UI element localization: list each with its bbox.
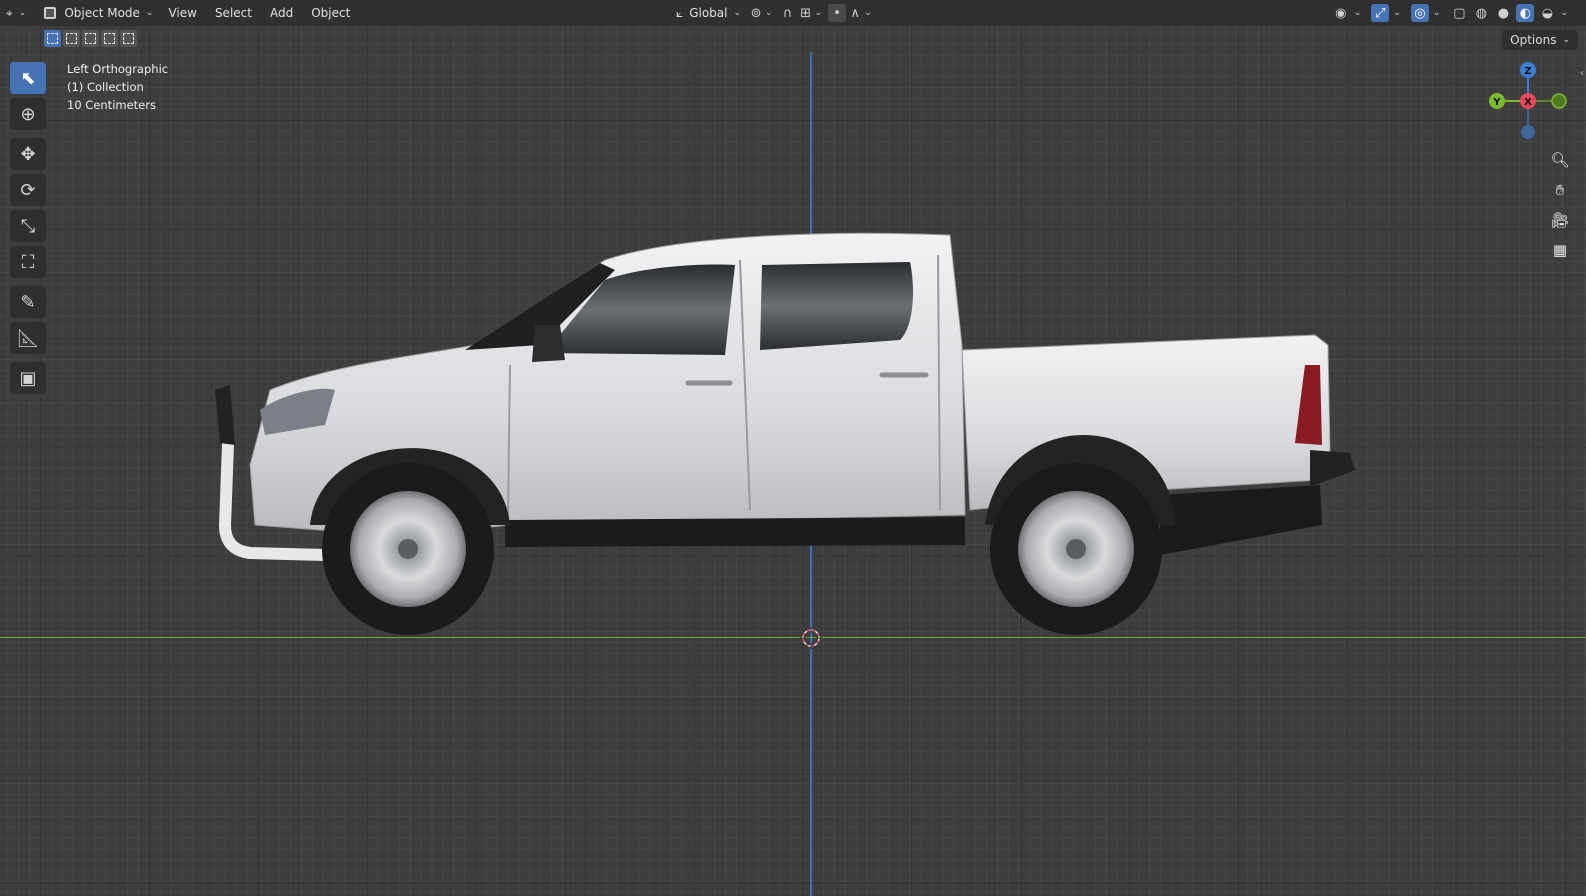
annotate-icon[interactable]: ✎ — [10, 286, 46, 318]
pan-hand-icon[interactable]: ✋︎ — [1548, 178, 1572, 202]
chevron-down-icon: ⌄ — [814, 8, 823, 18]
snap-magnet-icon[interactable]: ∩ — [779, 4, 797, 22]
chevron-down-icon: ⌄ — [1393, 8, 1401, 18]
select-new-icon[interactable] — [44, 30, 61, 47]
rendered-shading-icon[interactable]: ◒ — [1538, 4, 1556, 22]
measure-icon[interactable]: 📐︎ — [10, 322, 46, 354]
menu-object[interactable]: Object — [302, 2, 359, 24]
chevron-down-icon: ⌄ — [145, 8, 154, 18]
select-box-icon[interactable]: ⬉ — [10, 62, 46, 94]
chevron-down-icon: ⌄ — [1353, 8, 1362, 18]
chevron-down-icon: ⌄ — [733, 8, 742, 18]
falloff-curve-icon[interactable]: ∧ — [846, 4, 864, 22]
pickup-truck-model[interactable] — [210, 225, 1370, 645]
xray-toggle-icon[interactable]: ▢ — [1450, 4, 1468, 22]
scale-icon[interactable]: ⤡ — [10, 210, 46, 242]
options-dropdown[interactable]: Options ⌄ — [1502, 30, 1578, 50]
rotate-icon[interactable]: ⟳ — [10, 174, 46, 206]
sidebar-toggle-icon[interactable]: ‹ — [1580, 68, 1584, 79]
3d-cursor-icon[interactable] — [800, 627, 822, 649]
gizmo-z-label: Z — [1524, 66, 1531, 77]
perspective-toggle-icon[interactable]: ▦ — [1548, 238, 1572, 262]
material-preview-shading-icon[interactable]: ◐ — [1516, 4, 1535, 22]
solid-shading-icon[interactable]: ● — [1494, 4, 1512, 22]
chevron-down-icon: ⌄ — [18, 8, 27, 18]
active-collection: (1) Collection — [67, 80, 144, 94]
chevron-down-icon: ⌄ — [1560, 8, 1568, 18]
move-icon[interactable]: ✥ — [10, 138, 46, 170]
tool-shelf: ⬉ ⊕ ✥ ⟳ ⤡ ⛶ ✎ 📐︎ ▣ — [10, 62, 48, 398]
chevron-down-icon: ⌄ — [1432, 8, 1441, 18]
navigation-controls: 🔍︎ ✋︎ 🎥︎ ▦ — [1548, 148, 1572, 268]
mode-dropdown[interactable]: Object Mode ⌄ — [38, 2, 159, 24]
chevron-down-icon: ⌄ — [765, 8, 773, 18]
gizmo-toggle-icon[interactable]: ⤢ — [1371, 4, 1390, 22]
gizmo-y-label: Y — [1492, 97, 1501, 108]
select-invert-icon[interactable] — [101, 30, 118, 47]
menu-view[interactable]: View — [159, 2, 205, 24]
select-intersect-icon[interactable] — [120, 30, 137, 47]
mode-label: Object Mode — [64, 6, 140, 20]
3d-viewport[interactable] — [0, 0, 1586, 896]
overlay-toggle-icon[interactable]: ◎ — [1410, 4, 1429, 22]
navigation-gizmo[interactable]: Z Y X — [1480, 58, 1576, 148]
transform-orientation-dropdown[interactable]: ⟀ Global ⌄ — [670, 2, 747, 24]
cursor-icon[interactable]: ⊕ — [10, 98, 46, 130]
wireframe-shading-icon[interactable]: ◍ — [1472, 4, 1490, 22]
zoom-icon[interactable]: 🔍︎ — [1548, 148, 1572, 172]
snap-increment-icon[interactable]: ⊞ — [797, 4, 815, 22]
grid-scale: 10 Centimeters — [67, 98, 156, 112]
editor-type-dropdown[interactable]: ⌖ ⌄ — [0, 2, 32, 24]
add-cube-icon[interactable]: ▣ — [10, 362, 46, 394]
gizmo-neg-y-axis[interactable] — [1551, 93, 1567, 109]
pivot-point-icon[interactable]: ⊚ — [747, 4, 765, 22]
viewport-header: ⌖ ⌄ Object Mode ⌄ View Select Add Object … — [0, 0, 1586, 26]
menu-add[interactable]: Add — [261, 2, 302, 24]
selection-mode-group — [44, 30, 137, 47]
proportional-editing-icon[interactable]: • — [828, 4, 847, 22]
viewport-info-overlay: Left Orthographic (1) Collection 10 Cent… — [67, 60, 168, 114]
transform-icon[interactable]: ⛶ — [10, 246, 46, 278]
options-label: Options — [1510, 33, 1557, 47]
orientation-label: Global — [689, 6, 728, 20]
gizmo-neg-z-axis[interactable] — [1521, 125, 1535, 139]
gizmo-x-label: X — [1524, 97, 1532, 108]
orientation-icon: ⟀ — [676, 5, 684, 20]
chevron-down-icon: ⌄ — [1562, 35, 1570, 45]
select-subtract-icon[interactable] — [82, 30, 99, 47]
3d-viewport-icon: ⌖ — [6, 5, 13, 20]
visibility-icon[interactable]: ◉ — [1332, 4, 1350, 22]
select-extend-icon[interactable] — [63, 30, 80, 47]
camera-view-icon[interactable]: 🎥︎ — [1548, 208, 1572, 232]
menu-select[interactable]: Select — [206, 2, 261, 24]
chevron-down-icon: ⌄ — [864, 8, 872, 18]
view-name: Left Orthographic — [67, 62, 169, 76]
object-mode-icon — [44, 7, 57, 19]
